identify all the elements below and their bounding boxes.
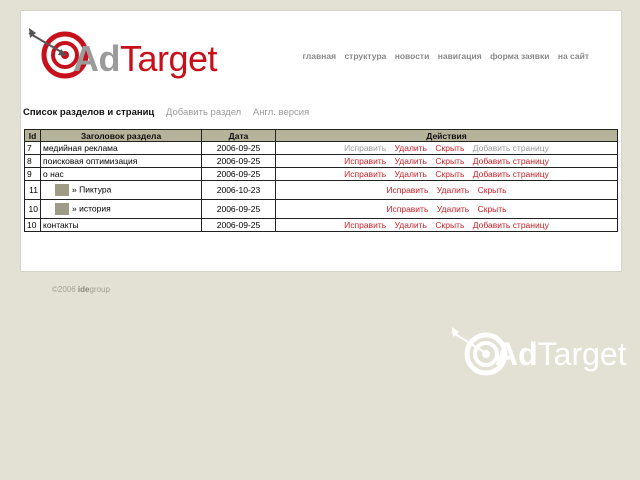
row-title: медийная реклама bbox=[40, 141, 202, 155]
row-title: контакты bbox=[40, 218, 202, 232]
edit-link[interactable]: Исправить bbox=[344, 169, 386, 179]
nav-structure[interactable]: структура bbox=[344, 51, 386, 61]
row-id: 8 bbox=[24, 154, 41, 168]
edit-link[interactable]: Исправить bbox=[344, 220, 386, 230]
delete-link[interactable]: Удалить bbox=[437, 185, 469, 195]
row-actions: Исправить Удалить Скрыть bbox=[275, 180, 618, 200]
row-id: 10 bbox=[24, 199, 41, 219]
table-row: 7 медийная реклама 2006-09-25 Исправить … bbox=[24, 141, 618, 155]
section-tabs: Список разделов и страниц Добавить разде… bbox=[23, 107, 318, 118]
add-page-link[interactable]: Добавить страницу bbox=[473, 143, 549, 153]
copyright-text: ©2006 bbox=[52, 285, 78, 294]
row-title-cell: » история bbox=[40, 199, 202, 219]
hide-link[interactable]: Скрыть bbox=[435, 143, 464, 153]
adtarget-watermark-logo: AdTarget bbox=[450, 320, 640, 380]
table-row: 10 » история 2006-09-25 Исправить Удалит… bbox=[24, 199, 618, 219]
table-header-row: Id Заголовок раздела Дата Действия bbox=[24, 129, 618, 142]
add-page-link[interactable]: Добавить страницу bbox=[473, 156, 549, 166]
col-id-header: Id bbox=[24, 129, 41, 142]
row-date: 2006-09-25 bbox=[201, 218, 276, 232]
col-date-header: Дата bbox=[201, 129, 276, 142]
hide-link[interactable]: Скрыть bbox=[478, 204, 507, 214]
table-row: 9 о нас 2006-09-25 Исправить Удалить Скр… bbox=[24, 167, 618, 181]
row-title: » Пиктура bbox=[72, 184, 112, 195]
nav-to-site[interactable]: на сайт bbox=[558, 51, 589, 61]
top-navigation: главная структура новости навигация форм… bbox=[297, 51, 589, 61]
subsection-marker bbox=[55, 203, 69, 215]
delete-link[interactable]: Удалить bbox=[395, 220, 427, 230]
row-title: о нас bbox=[40, 167, 202, 181]
company-rest: group bbox=[89, 285, 110, 294]
delete-link[interactable]: Удалить bbox=[395, 156, 427, 166]
delete-link[interactable]: Удалить bbox=[395, 169, 427, 179]
row-actions: Исправить Удалить Скрыть Добавить страни… bbox=[275, 167, 618, 181]
row-id: 10 bbox=[24, 218, 41, 232]
row-id: 11 bbox=[24, 180, 41, 200]
hide-link[interactable]: Скрыть bbox=[435, 169, 464, 179]
edit-link[interactable]: Исправить bbox=[386, 185, 428, 195]
row-date: 2006-09-25 bbox=[201, 154, 276, 168]
adtarget-logo[interactable]: AdTarget bbox=[27, 19, 227, 81]
row-id: 7 bbox=[24, 141, 41, 155]
tab-sections-list[interactable]: Список разделов и страниц bbox=[23, 107, 154, 118]
row-id: 9 bbox=[24, 167, 41, 181]
edit-link[interactable]: Исправить bbox=[344, 156, 386, 166]
brand-target: Target bbox=[120, 38, 218, 79]
row-date: 2006-09-25 bbox=[201, 167, 276, 181]
company-bold: ide bbox=[77, 285, 90, 294]
brand-ad: Ad bbox=[73, 38, 121, 79]
row-actions: Исправить Удалить Скрыть Добавить страни… bbox=[275, 154, 618, 168]
subsection-marker bbox=[55, 184, 69, 196]
brand-target: Target bbox=[537, 336, 627, 372]
row-actions: Исправить Удалить Скрыть Добавить страни… bbox=[275, 141, 618, 155]
row-actions: Исправить Удалить Скрыть Добавить страни… bbox=[275, 218, 618, 232]
add-page-link[interactable]: Добавить страницу bbox=[473, 220, 549, 230]
row-date: 2006-09-25 bbox=[201, 199, 276, 219]
nav-home[interactable]: главная bbox=[303, 51, 337, 61]
col-actions-header: Действия bbox=[275, 129, 618, 142]
add-page-link[interactable]: Добавить страницу bbox=[473, 169, 549, 179]
brand-wordmark: AdTarget bbox=[495, 336, 627, 372]
delete-link[interactable]: Удалить bbox=[395, 143, 427, 153]
hide-link[interactable]: Скрыть bbox=[435, 156, 464, 166]
row-title: поисковая оптимизация bbox=[40, 154, 202, 168]
hide-link[interactable]: Скрыть bbox=[478, 185, 507, 195]
hide-link[interactable]: Скрыть bbox=[435, 220, 464, 230]
col-title-header: Заголовок раздела bbox=[40, 129, 202, 142]
row-title: » история bbox=[72, 203, 111, 214]
brand-wordmark: AdTarget bbox=[73, 38, 218, 79]
row-date: 2006-09-25 bbox=[201, 141, 276, 155]
content-panel: AdTarget главная структура новости навиг… bbox=[20, 10, 622, 272]
edit-link[interactable]: Исправить bbox=[344, 143, 386, 153]
nav-news[interactable]: новости bbox=[395, 51, 430, 61]
row-actions: Исправить Удалить Скрыть bbox=[275, 199, 618, 219]
footer-copyright: ©2006 idegroup bbox=[52, 285, 110, 294]
sections-table: Id Заголовок раздела Дата Действия 7 мед… bbox=[24, 129, 618, 232]
brand-ad: Ad bbox=[495, 336, 538, 372]
tab-add-section[interactable]: Добавить раздел bbox=[166, 107, 241, 118]
delete-link[interactable]: Удалить bbox=[437, 204, 469, 214]
row-title-cell: » Пиктура bbox=[40, 180, 202, 200]
table-row: 11 » Пиктура 2006-10-23 Исправить Удалит… bbox=[24, 180, 618, 200]
tab-english-version[interactable]: Англ. версия bbox=[253, 107, 309, 118]
edit-link[interactable]: Исправить bbox=[386, 204, 428, 214]
nav-request-form[interactable]: форма заявки bbox=[490, 51, 549, 61]
row-date: 2006-10-23 bbox=[201, 180, 276, 200]
nav-navigation[interactable]: навигация bbox=[438, 51, 482, 61]
table-row: 10 контакты 2006-09-25 Исправить Удалить… bbox=[24, 218, 618, 232]
table-row: 8 поисковая оптимизация 2006-09-25 Испра… bbox=[24, 154, 618, 168]
